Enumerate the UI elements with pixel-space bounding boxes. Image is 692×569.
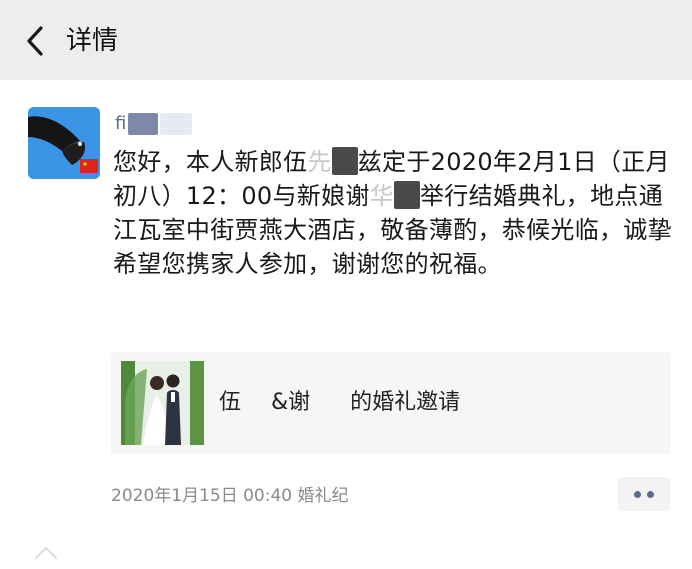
post-source[interactable]: 婚礼纪 — [298, 486, 349, 506]
chevron-left-icon — [27, 26, 43, 56]
eagle-avatar-image — [28, 107, 100, 179]
redaction-block — [394, 181, 420, 209]
avatar[interactable] — [28, 107, 100, 179]
wedding-invite-link-card[interactable]: 伍 &谢 的婚礼邀请 — [111, 352, 671, 454]
page-title: 详情 — [66, 26, 119, 56]
post-meta: 2020年1月15日 00:40 婚礼纪 — [111, 484, 349, 508]
post-timestamp: 2020年1月15日 00:40 — [111, 486, 293, 506]
redaction-block — [160, 113, 193, 135]
obscured-char: 先 — [307, 148, 332, 176]
partial-arrow-icon — [34, 546, 58, 569]
redaction-block — [331, 147, 358, 175]
obscured-char: 华 — [369, 182, 394, 210]
link-card-title: 伍 &谢 的婚礼邀请 — [219, 390, 461, 415]
redaction-block — [128, 113, 159, 135]
wedding-photo-image — [121, 361, 204, 445]
post-message: 您好，本人新郎伍先 兹定于2020年2月1日（正月初八）12：00与新娘谢华 举行结… — [113, 147, 672, 278]
more-dots-icon — [634, 490, 641, 498]
more-dots-icon — [647, 490, 654, 498]
back-button[interactable] — [18, 22, 52, 60]
top-nav-bar: 详情 — [0, 0, 692, 80]
author-name[interactable]: fi — [115, 110, 193, 138]
more-actions-button[interactable] — [618, 477, 670, 511]
wedding-photo-thumbnail — [121, 361, 204, 445]
